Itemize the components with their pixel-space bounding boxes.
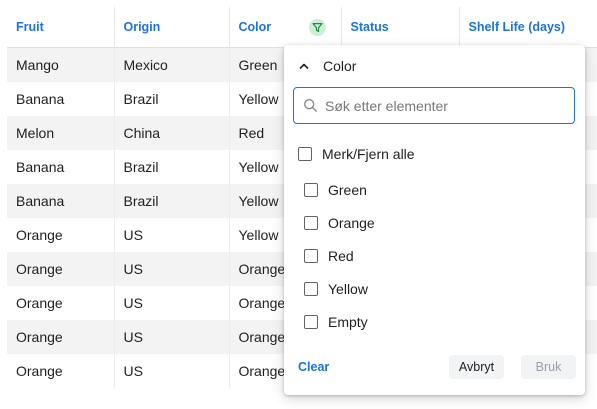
select-all-label: Merk/Fjern alle: [322, 146, 415, 162]
cell-origin[interactable]: Brazil: [114, 82, 230, 116]
filter-funnel-icon[interactable]: [308, 19, 326, 36]
header-row: Fruit Origin Color Status Shelf Life (da…: [7, 7, 597, 48]
search-field[interactable]: [293, 87, 575, 124]
filter-option-orange[interactable]: Orange: [304, 215, 375, 231]
column-header-status[interactable]: Status: [341, 7, 460, 48]
column-header-origin[interactable]: Origin: [114, 7, 230, 48]
cell-fruit[interactable]: Orange: [7, 252, 115, 286]
column-header-label: Shelf Life (days): [468, 20, 566, 34]
column-header-label: Color: [238, 20, 272, 34]
cell-origin[interactable]: US: [114, 218, 230, 252]
chevron-up-icon[interactable]: [298, 60, 310, 72]
select-all-checkbox-row[interactable]: Merk/Fjern alle: [298, 146, 415, 162]
cell-fruit[interactable]: Orange: [7, 286, 115, 320]
cancel-button[interactable]: Avbryt: [449, 355, 504, 379]
filter-option-yellow[interactable]: Yellow: [304, 281, 368, 297]
cell-origin[interactable]: Brazil: [114, 150, 230, 184]
cell-origin[interactable]: US: [114, 320, 230, 354]
option-checkbox[interactable]: [304, 282, 318, 296]
cell-fruit[interactable]: Orange: [7, 320, 115, 354]
cell-fruit[interactable]: Banana: [7, 82, 115, 116]
cell-fruit[interactable]: Banana: [7, 150, 115, 184]
filter-popup-title: Color: [323, 58, 357, 74]
column-header-label: Fruit: [16, 20, 44, 34]
cell-origin[interactable]: US: [114, 286, 230, 320]
option-checkbox[interactable]: [304, 249, 318, 263]
filter-option-green[interactable]: Green: [304, 182, 367, 198]
filter-popup-header[interactable]: Color: [298, 57, 356, 75]
column-header-color[interactable]: Color: [229, 7, 342, 48]
option-checkbox[interactable]: [304, 183, 318, 197]
search-icon: [303, 98, 318, 113]
apply-button[interactable]: Bruk: [521, 355, 576, 379]
cell-fruit[interactable]: Banana: [7, 184, 115, 218]
select-all-checkbox[interactable]: [298, 147, 312, 161]
option-checkbox[interactable]: [304, 216, 318, 230]
cell-fruit[interactable]: Orange: [7, 218, 115, 252]
cell-fruit[interactable]: Melon: [7, 116, 115, 150]
option-checkbox[interactable]: [304, 315, 318, 329]
column-header-fruit[interactable]: Fruit: [7, 7, 115, 48]
cell-origin[interactable]: US: [114, 354, 230, 388]
option-label: Red: [328, 248, 354, 264]
option-label: Orange: [328, 215, 375, 231]
column-header-label: Origin: [123, 20, 161, 34]
cell-origin[interactable]: China: [114, 116, 230, 150]
clear-button[interactable]: Clear: [298, 360, 329, 374]
option-label: Yellow: [328, 281, 368, 297]
column-header-shelf-life[interactable]: Shelf Life (days): [459, 7, 597, 48]
column-header-label: Status: [350, 20, 389, 34]
color-filter-popup: Color Merk/Fjern alle Green Orange Red Y…: [284, 45, 585, 395]
search-input[interactable]: [325, 97, 555, 114]
option-label: Empty: [328, 314, 368, 330]
cell-origin[interactable]: Brazil: [114, 184, 230, 218]
filter-option-empty[interactable]: Empty: [304, 314, 368, 330]
cell-fruit[interactable]: Orange: [7, 354, 115, 388]
cell-origin[interactable]: US: [114, 252, 230, 286]
filter-option-red[interactable]: Red: [304, 248, 354, 264]
option-label: Green: [328, 182, 367, 198]
cell-origin[interactable]: Mexico: [114, 47, 230, 82]
cell-fruit[interactable]: Mango: [7, 47, 115, 82]
